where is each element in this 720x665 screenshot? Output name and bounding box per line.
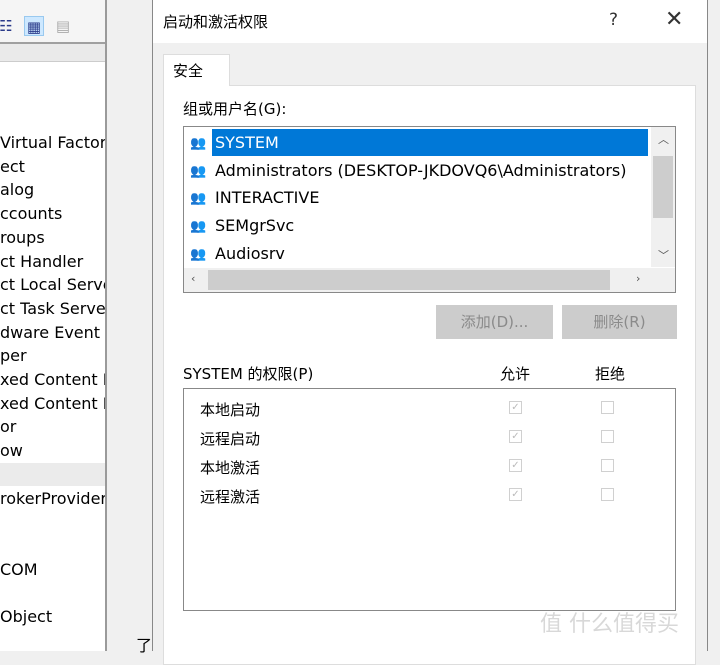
list-item[interactable]: xed Content H xyxy=(0,368,105,391)
deny-checkbox[interactable] xyxy=(601,430,614,443)
group-list-item[interactable]: 👥 Audiosrv xyxy=(190,240,288,267)
list-item[interactable]: Object xyxy=(0,605,105,628)
allow-checkbox[interactable]: ✓ xyxy=(509,488,522,501)
list-item[interactable]: ct Handler xyxy=(0,250,105,273)
launch-activation-permissions-dialog: 启动和激活权限 ? ✕ 安全 组或用户名(G): 👥 SYSTEM 👥 Adminis… xyxy=(152,0,708,665)
background-window-right xyxy=(709,0,720,651)
deny-checkbox[interactable] xyxy=(601,401,614,414)
list-item[interactable]: roups xyxy=(0,226,105,249)
properties-view-icon[interactable]: ▤ xyxy=(53,16,73,36)
permission-row: 远程启动 ✓ xyxy=(200,428,660,452)
scroll-thumb[interactable] xyxy=(653,156,673,218)
list-item[interactable]: alog xyxy=(0,178,105,201)
group-list[interactable]: 👥 SYSTEM 👥 Administrators (DESKTOP-JKDOVQ6\… xyxy=(183,126,676,293)
list-item[interactable] xyxy=(0,462,105,486)
group-name: SYSTEM xyxy=(212,129,648,156)
list-item[interactable] xyxy=(0,534,105,557)
group-label: 组或用户名(G): xyxy=(183,100,287,118)
help-button[interactable]: ? xyxy=(609,10,618,30)
dialog-title: 启动和激活权限 xyxy=(163,13,269,31)
users-icon: 👥 xyxy=(190,163,207,179)
permission-name: 远程激活 xyxy=(200,488,261,506)
users-icon: 👥 xyxy=(190,246,207,262)
permission-name: 本地激活 xyxy=(200,459,261,477)
list-item[interactable] xyxy=(0,581,105,604)
group-name: Administrators (DESKTOP-JKDOVQ6\Administ… xyxy=(215,160,627,180)
permission-row: 本地激活 ✓ xyxy=(200,457,660,481)
close-button[interactable]: ✕ xyxy=(665,7,683,32)
scroll-up-icon[interactable]: ︿ xyxy=(658,131,669,147)
group-list-item[interactable]: 👥 Administrators (DESKTOP-JKDOVQ6\Adminis… xyxy=(190,157,630,184)
group-list-item[interactable]: 👥 SEMgrSvc xyxy=(190,212,297,239)
title-bar: 启动和激活权限 ? ✕ xyxy=(153,0,707,43)
remove-button[interactable]: 删除(R) xyxy=(562,305,677,339)
group-list-item[interactable]: 👥 SYSTEM xyxy=(190,129,648,156)
column-header xyxy=(0,44,105,62)
list-item[interactable]: ccounts xyxy=(0,202,105,225)
scroll-right-icon[interactable]: › xyxy=(636,272,640,285)
allow-header: 允许 xyxy=(500,365,531,383)
permission-name: 本地启动 xyxy=(200,401,261,419)
users-icon: 👥 xyxy=(190,219,207,235)
list-item[interactable]: rokerProvider xyxy=(0,487,105,510)
vertical-scrollbar[interactable]: ︿ ﹀ xyxy=(651,127,675,267)
list-item[interactable]: dware Event H. xyxy=(0,321,105,344)
horizontal-scrollbar[interactable]: ‹ › xyxy=(184,268,675,292)
allow-checkbox[interactable]: ✓ xyxy=(509,430,522,443)
list-item[interactable] xyxy=(0,510,105,533)
deny-checkbox[interactable] xyxy=(601,488,614,501)
tab-security[interactable]: 安全 xyxy=(163,54,230,86)
allow-checkbox[interactable]: ✓ xyxy=(509,401,522,414)
group-list-item[interactable]: 👥 INTERACTIVE xyxy=(190,184,322,211)
list-item[interactable]: or xyxy=(0,415,105,438)
add-button[interactable]: 添加(D)... xyxy=(436,305,553,339)
list-item[interactable]: ct Task Server xyxy=(0,297,105,320)
list-item[interactable]: ect xyxy=(0,155,105,178)
permissions-label: SYSTEM 的权限(P) xyxy=(183,365,314,383)
list-item[interactable]: ow xyxy=(0,439,105,462)
list-item[interactable]: xed Content H xyxy=(0,392,105,415)
group-name: Audiosrv xyxy=(215,243,285,263)
users-icon: 👥 xyxy=(190,136,207,151)
watermark: 值 什么值得买 xyxy=(540,612,679,637)
deny-header: 拒绝 xyxy=(595,365,626,383)
scroll-thumb-horizontal[interactable] xyxy=(208,270,610,290)
permission-row: 远程激活 ✓ xyxy=(200,486,660,510)
group-name: INTERACTIVE xyxy=(215,188,320,208)
deny-checkbox[interactable] xyxy=(601,459,614,472)
stray-text: 了 xyxy=(136,636,153,655)
allow-checkbox[interactable]: ✓ xyxy=(509,459,522,472)
scroll-down-icon[interactable]: ﹀ xyxy=(658,247,669,263)
permission-name: 远程启动 xyxy=(200,430,261,448)
details-view-icon[interactable]: ▦ xyxy=(24,16,44,36)
permission-row: 本地启动 ✓ xyxy=(200,399,660,423)
background-window: ☷ ▦ ▤ Virtual Factory ect alog ccounts roups… xyxy=(0,0,107,651)
users-icon: 👥 xyxy=(190,191,207,207)
scroll-left-icon[interactable]: ‹ xyxy=(191,272,195,285)
permissions-list: 本地启动 ✓ 远程启动 ✓ 本地激活 ✓ 远程激活 ✓ xyxy=(183,388,676,611)
list-item[interactable]: COM xyxy=(0,558,105,581)
list-view-icon[interactable]: ☷ xyxy=(0,16,16,36)
list-item[interactable]: ct Local Server xyxy=(0,273,105,296)
list-item[interactable]: per xyxy=(0,344,105,367)
group-name: SEMgrSvc xyxy=(215,216,295,236)
toolbar: ☷ ▦ ▤ xyxy=(0,0,105,44)
security-panel: 组或用户名(G): 👥 SYSTEM 👥 Administrators (DESKTO… xyxy=(163,85,696,665)
list-item[interactable]: Virtual Factory xyxy=(0,131,105,154)
